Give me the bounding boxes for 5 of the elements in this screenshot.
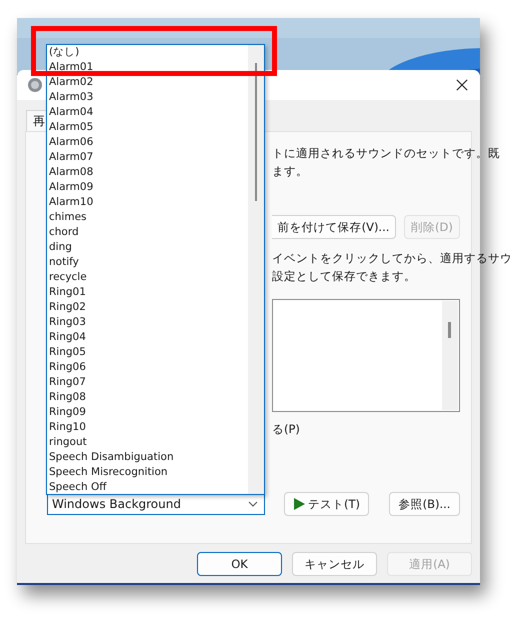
- description-text: 設定として保存できます。: [272, 268, 416, 285]
- description-text: ます。: [272, 163, 308, 180]
- description-text: イベントをクリックしてから、適用するサウ: [272, 250, 512, 267]
- description-text: トに適用されるサウンドのセットです。既: [272, 145, 500, 162]
- checkbox-label: る(P): [272, 422, 300, 437]
